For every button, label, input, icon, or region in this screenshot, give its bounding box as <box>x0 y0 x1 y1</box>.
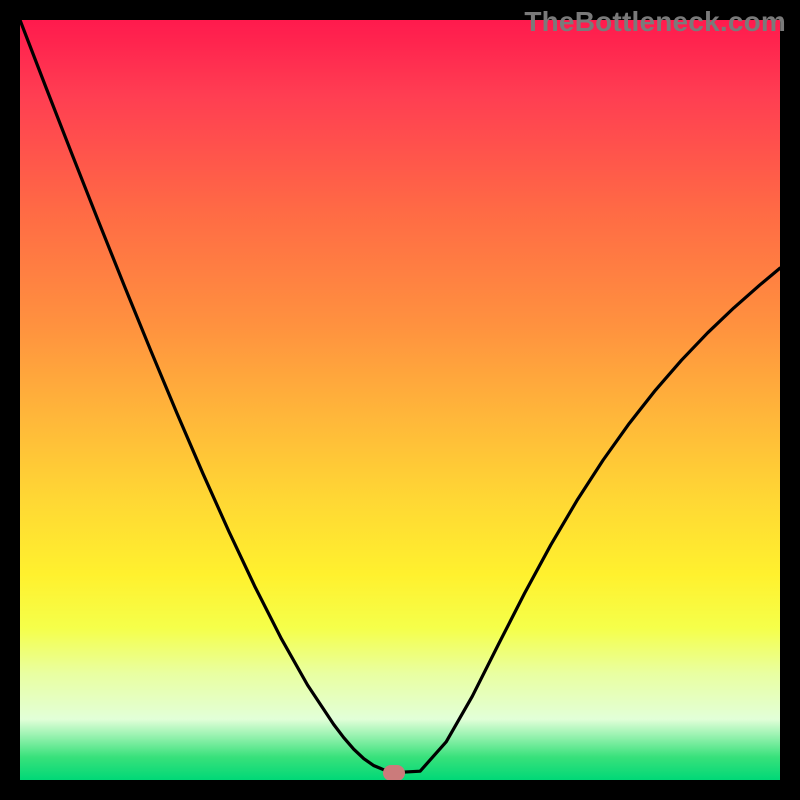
watermark-text: TheBottleneck.com <box>524 6 786 38</box>
curve-svg <box>20 20 780 780</box>
plot-area <box>20 20 780 780</box>
bottleneck-curve-path <box>20 20 780 773</box>
minimum-marker <box>383 765 405 780</box>
